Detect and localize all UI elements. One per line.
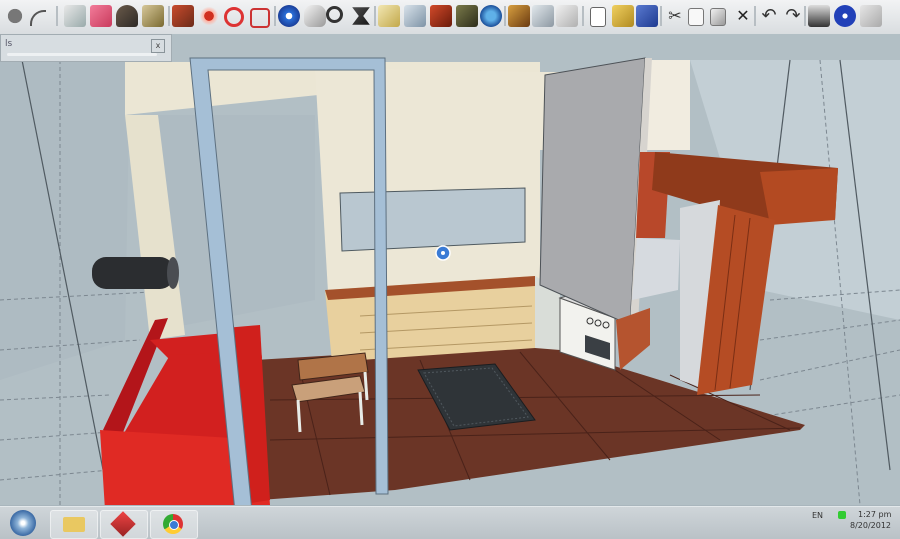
clock-time[interactable]: 1:27 pm	[858, 510, 891, 519]
move-icon[interactable]	[198, 5, 220, 27]
tray-close-button[interactable]: x	[151, 39, 165, 53]
tall-grey-panel	[539, 57, 646, 326]
back-wall-window	[339, 187, 526, 252]
push-pull-icon[interactable]	[64, 5, 86, 27]
copy-icon[interactable]	[688, 8, 704, 26]
backsplash	[632, 238, 680, 300]
toolbar-separator	[504, 6, 506, 26]
orbit-circle-icon[interactable]	[4, 5, 26, 27]
offset-icon[interactable]	[250, 8, 270, 28]
delete-icon[interactable]: ✕	[732, 5, 754, 27]
sketchup-toolbar: ✂ ✕ ↶ ↷	[0, 0, 900, 35]
follow-me-icon[interactable]	[172, 5, 194, 27]
toolbar-separator	[804, 6, 806, 26]
toolbar-separator	[274, 6, 276, 26]
open-file-icon[interactable]	[612, 5, 634, 27]
network-icon[interactable]	[838, 511, 846, 519]
tray-title: ls	[5, 39, 13, 49]
screen: ✂ ✕ ↶ ↷ ls x EN 1:27 pm 8/20/2012	[0, 0, 900, 539]
toolbar-separator	[56, 6, 58, 26]
wall-speaker	[92, 257, 174, 289]
styles-icon[interactable]	[556, 5, 578, 27]
styles-icon[interactable]	[508, 5, 530, 27]
new-file-icon[interactable]	[590, 7, 606, 27]
toolbar-overflow-icon[interactable]	[860, 5, 882, 27]
warehouse-icon[interactable]	[378, 5, 400, 27]
paste-icon[interactable]	[710, 8, 726, 26]
tray-slider[interactable]	[7, 53, 157, 56]
chrome-icon[interactable]	[150, 510, 198, 539]
clock-date[interactable]: 8/20/2012	[850, 521, 891, 530]
zoom-extents-icon[interactable]	[352, 7, 370, 25]
section-plane-icon[interactable]	[480, 5, 502, 27]
toolbar-separator	[168, 6, 170, 26]
zoom-icon[interactable]	[326, 6, 343, 23]
toolbar-separator	[754, 6, 756, 26]
model-viewport[interactable]	[0, 34, 900, 505]
language-indicator[interactable]: EN	[812, 511, 823, 520]
undo-icon[interactable]: ↶	[758, 5, 780, 27]
toolbar-separator	[660, 6, 662, 26]
room-model-render	[0, 34, 900, 505]
tray-panel: ls x	[0, 34, 172, 62]
toolbar-separator	[374, 6, 376, 26]
sketchup-icon[interactable]	[100, 510, 148, 539]
cut-icon[interactable]: ✂	[664, 5, 686, 27]
file-explorer-icon[interactable]	[50, 510, 98, 539]
info-icon[interactable]	[834, 5, 856, 27]
left-wall-outline	[0, 60, 130, 380]
arc-icon[interactable]	[30, 10, 46, 26]
redo-icon[interactable]: ↷	[782, 5, 804, 27]
toolbar-separator	[582, 6, 584, 26]
back-wall	[315, 68, 540, 292]
start-orb-icon[interactable]	[10, 510, 36, 536]
geolocation-icon[interactable]	[456, 5, 478, 27]
windows-taskbar: EN 1:27 pm 8/20/2012	[0, 506, 900, 539]
paint-bucket-icon[interactable]	[116, 5, 138, 27]
save-icon[interactable]	[636, 5, 658, 27]
eraser-icon[interactable]	[90, 5, 112, 27]
push-pull-block-icon[interactable]	[142, 5, 164, 27]
orbit-icon[interactable]	[278, 5, 300, 27]
components-icon[interactable]	[430, 5, 452, 27]
share-model-icon[interactable]	[404, 5, 426, 27]
rotate-icon[interactable]	[224, 7, 244, 27]
pan-icon[interactable]	[304, 5, 326, 27]
print-icon[interactable]	[808, 5, 830, 27]
styles-icon[interactable]	[532, 5, 554, 27]
